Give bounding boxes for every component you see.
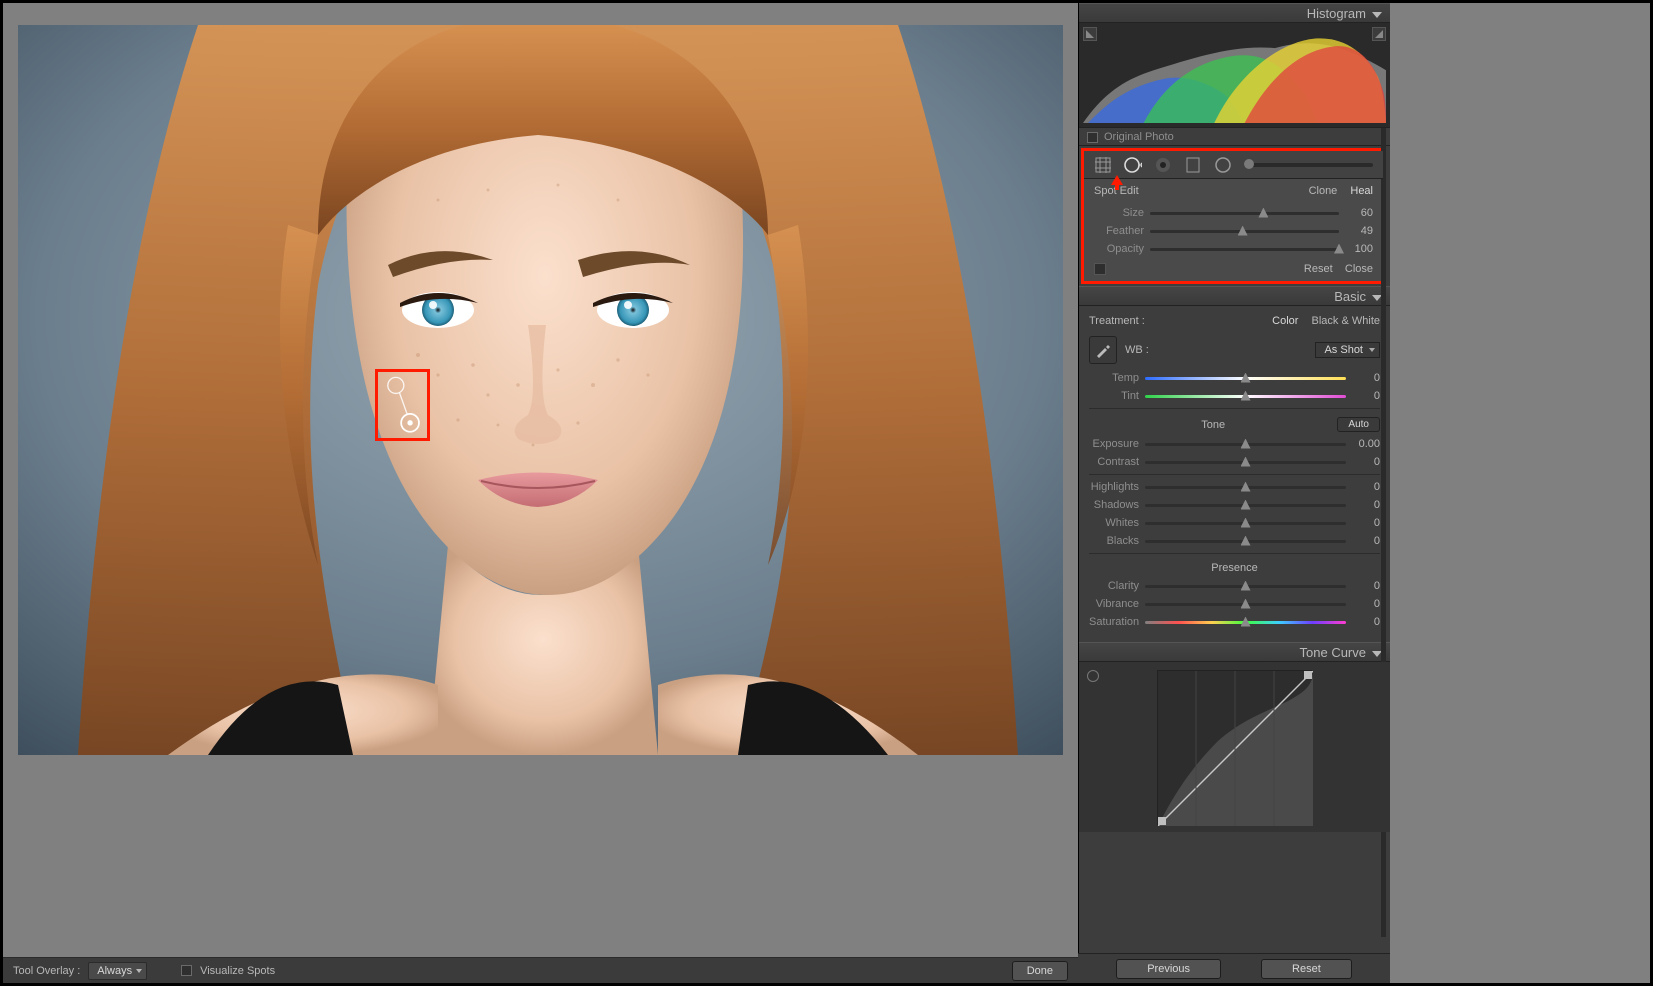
radial-filter-tool-icon[interactable] xyxy=(1214,156,1232,174)
histogram-header[interactable]: Histogram xyxy=(1079,3,1390,23)
histogram-display[interactable] xyxy=(1079,23,1390,128)
spot-edit-panel-highlight: Spot Edit Clone Heal Size 60 Feather 49 … xyxy=(1081,148,1386,284)
original-photo-checkbox[interactable] xyxy=(1087,132,1098,143)
done-button[interactable]: Done xyxy=(1012,961,1068,981)
spot-close-link[interactable]: Close xyxy=(1345,263,1373,275)
presence-heading: Presence xyxy=(1089,562,1380,574)
highlights-label: Highlights xyxy=(1089,481,1139,493)
spot-removal-tool-icon[interactable] xyxy=(1124,156,1142,174)
targeted-adjust-icon[interactable] xyxy=(1087,670,1099,682)
crop-tool-icon[interactable] xyxy=(1094,156,1112,174)
visualize-spots-label: Visualize Spots xyxy=(200,965,275,977)
original-photo-row: Original Photo xyxy=(1079,128,1390,146)
exposure-slider[interactable]: Exposure 0.00 xyxy=(1089,436,1380,452)
exposure-value: 0.00 xyxy=(1352,438,1380,450)
panel-toggle-switch[interactable] xyxy=(1094,263,1106,275)
highlight-clipping-icon[interactable] xyxy=(1372,27,1386,41)
treatment-color-link[interactable]: Color xyxy=(1272,315,1298,327)
histogram-title: Histogram xyxy=(1307,6,1366,21)
opacity-value: 100 xyxy=(1345,243,1373,255)
feather-slider[interactable]: Feather 49 xyxy=(1094,223,1373,239)
tint-slider[interactable]: Tint 0 xyxy=(1089,388,1380,404)
opacity-slider[interactable]: Opacity 100 xyxy=(1094,241,1373,257)
redeye-tool-icon[interactable] xyxy=(1154,156,1172,174)
blacks-value: 0 xyxy=(1352,535,1380,547)
highlights-slider[interactable]: Highlights 0 xyxy=(1089,479,1380,495)
tone-curve-title: Tone Curve xyxy=(1300,645,1366,660)
photo-preview[interactable] xyxy=(18,25,1063,755)
image-canvas-area xyxy=(3,3,1078,983)
shadows-label: Shadows xyxy=(1089,499,1139,511)
contrast-slider[interactable]: Contrast 0 xyxy=(1089,454,1380,470)
blacks-label: Blacks xyxy=(1089,535,1139,547)
saturation-slider[interactable]: Saturation 0 xyxy=(1089,614,1380,630)
heal-mode-link[interactable]: Heal xyxy=(1350,185,1373,197)
exposure-label: Exposure xyxy=(1089,438,1139,450)
opacity-label: Opacity xyxy=(1094,243,1144,255)
contrast-label: Contrast xyxy=(1089,456,1139,468)
tone-heading: Tone xyxy=(1089,419,1337,431)
right-panel-stack: Histogram Original Photo xyxy=(1078,3,1390,953)
size-slider[interactable]: Size 60 xyxy=(1094,205,1373,221)
temp-value: 0 xyxy=(1352,372,1380,384)
local-adjust-toolstrip xyxy=(1084,151,1383,179)
tool-overlay-select[interactable]: Always xyxy=(88,962,147,980)
whites-label: Whites xyxy=(1089,517,1139,529)
spot-sample-annotation xyxy=(375,369,430,441)
vibrance-slider[interactable]: Vibrance 0 xyxy=(1089,596,1380,612)
tool-overlay-label: Tool Overlay : xyxy=(13,965,80,977)
saturation-value: 0 xyxy=(1352,616,1380,628)
clarity-label: Clarity xyxy=(1089,580,1139,592)
clarity-value: 0 xyxy=(1352,580,1380,592)
previous-button[interactable]: Previous xyxy=(1116,959,1221,979)
whites-value: 0 xyxy=(1352,517,1380,529)
brush-size-mini-slider[interactable] xyxy=(1244,163,1373,167)
saturation-label: Saturation xyxy=(1089,616,1139,628)
size-value: 60 xyxy=(1345,207,1373,219)
blacks-slider[interactable]: Blacks 0 xyxy=(1089,533,1380,549)
clarity-slider[interactable]: Clarity 0 xyxy=(1089,578,1380,594)
tint-label: Tint xyxy=(1089,390,1139,402)
spot-reset-link[interactable]: Reset xyxy=(1304,263,1333,275)
tone-curve-header[interactable]: Tone Curve xyxy=(1079,642,1390,662)
auto-tone-button[interactable]: Auto xyxy=(1337,417,1380,432)
highlights-value: 0 xyxy=(1352,481,1380,493)
whites-slider[interactable]: Whites 0 xyxy=(1089,515,1380,531)
feather-label: Feather xyxy=(1094,225,1144,237)
shadows-value: 0 xyxy=(1352,499,1380,511)
basic-header[interactable]: Basic xyxy=(1079,286,1390,306)
temp-slider[interactable]: Temp 0 xyxy=(1089,370,1380,386)
contrast-value: 0 xyxy=(1352,456,1380,468)
wb-dropper-icon[interactable] xyxy=(1089,336,1117,364)
clone-mode-link[interactable]: Clone xyxy=(1309,185,1338,197)
spot-edit-panel: Spot Edit Clone Heal Size 60 Feather 49 … xyxy=(1084,179,1383,281)
grad-filter-tool-icon[interactable] xyxy=(1184,156,1202,174)
shadow-clipping-icon[interactable] xyxy=(1083,27,1097,41)
vibrance-value: 0 xyxy=(1352,598,1380,610)
tone-curve-graph[interactable] xyxy=(1157,670,1312,825)
vibrance-label: Vibrance xyxy=(1089,598,1139,610)
visualize-spots-checkbox[interactable] xyxy=(181,965,192,976)
wb-select[interactable]: As Shot xyxy=(1315,342,1380,358)
shadows-slider[interactable]: Shadows 0 xyxy=(1089,497,1380,513)
treatment-bw-link[interactable]: Black & White xyxy=(1312,315,1380,327)
basic-panel: Treatment : Color Black & White WB : As … xyxy=(1079,306,1390,642)
feather-value: 49 xyxy=(1345,225,1373,237)
right-bottom-bar: Previous Reset xyxy=(1078,953,1390,983)
annotation-arrow-icon xyxy=(1108,173,1126,196)
reset-button[interactable]: Reset xyxy=(1261,959,1352,979)
basic-title: Basic xyxy=(1334,289,1366,304)
treatment-label: Treatment : xyxy=(1089,315,1145,327)
temp-label: Temp xyxy=(1089,372,1139,384)
tool-overlay-bar: Tool Overlay : Always Visualize Spots Do… xyxy=(3,957,1078,983)
tint-value: 0 xyxy=(1352,390,1380,402)
tone-curve-panel xyxy=(1079,662,1390,832)
original-photo-label: Original Photo xyxy=(1104,131,1174,143)
size-label: Size xyxy=(1094,207,1144,219)
wb-label: WB : xyxy=(1125,344,1307,356)
